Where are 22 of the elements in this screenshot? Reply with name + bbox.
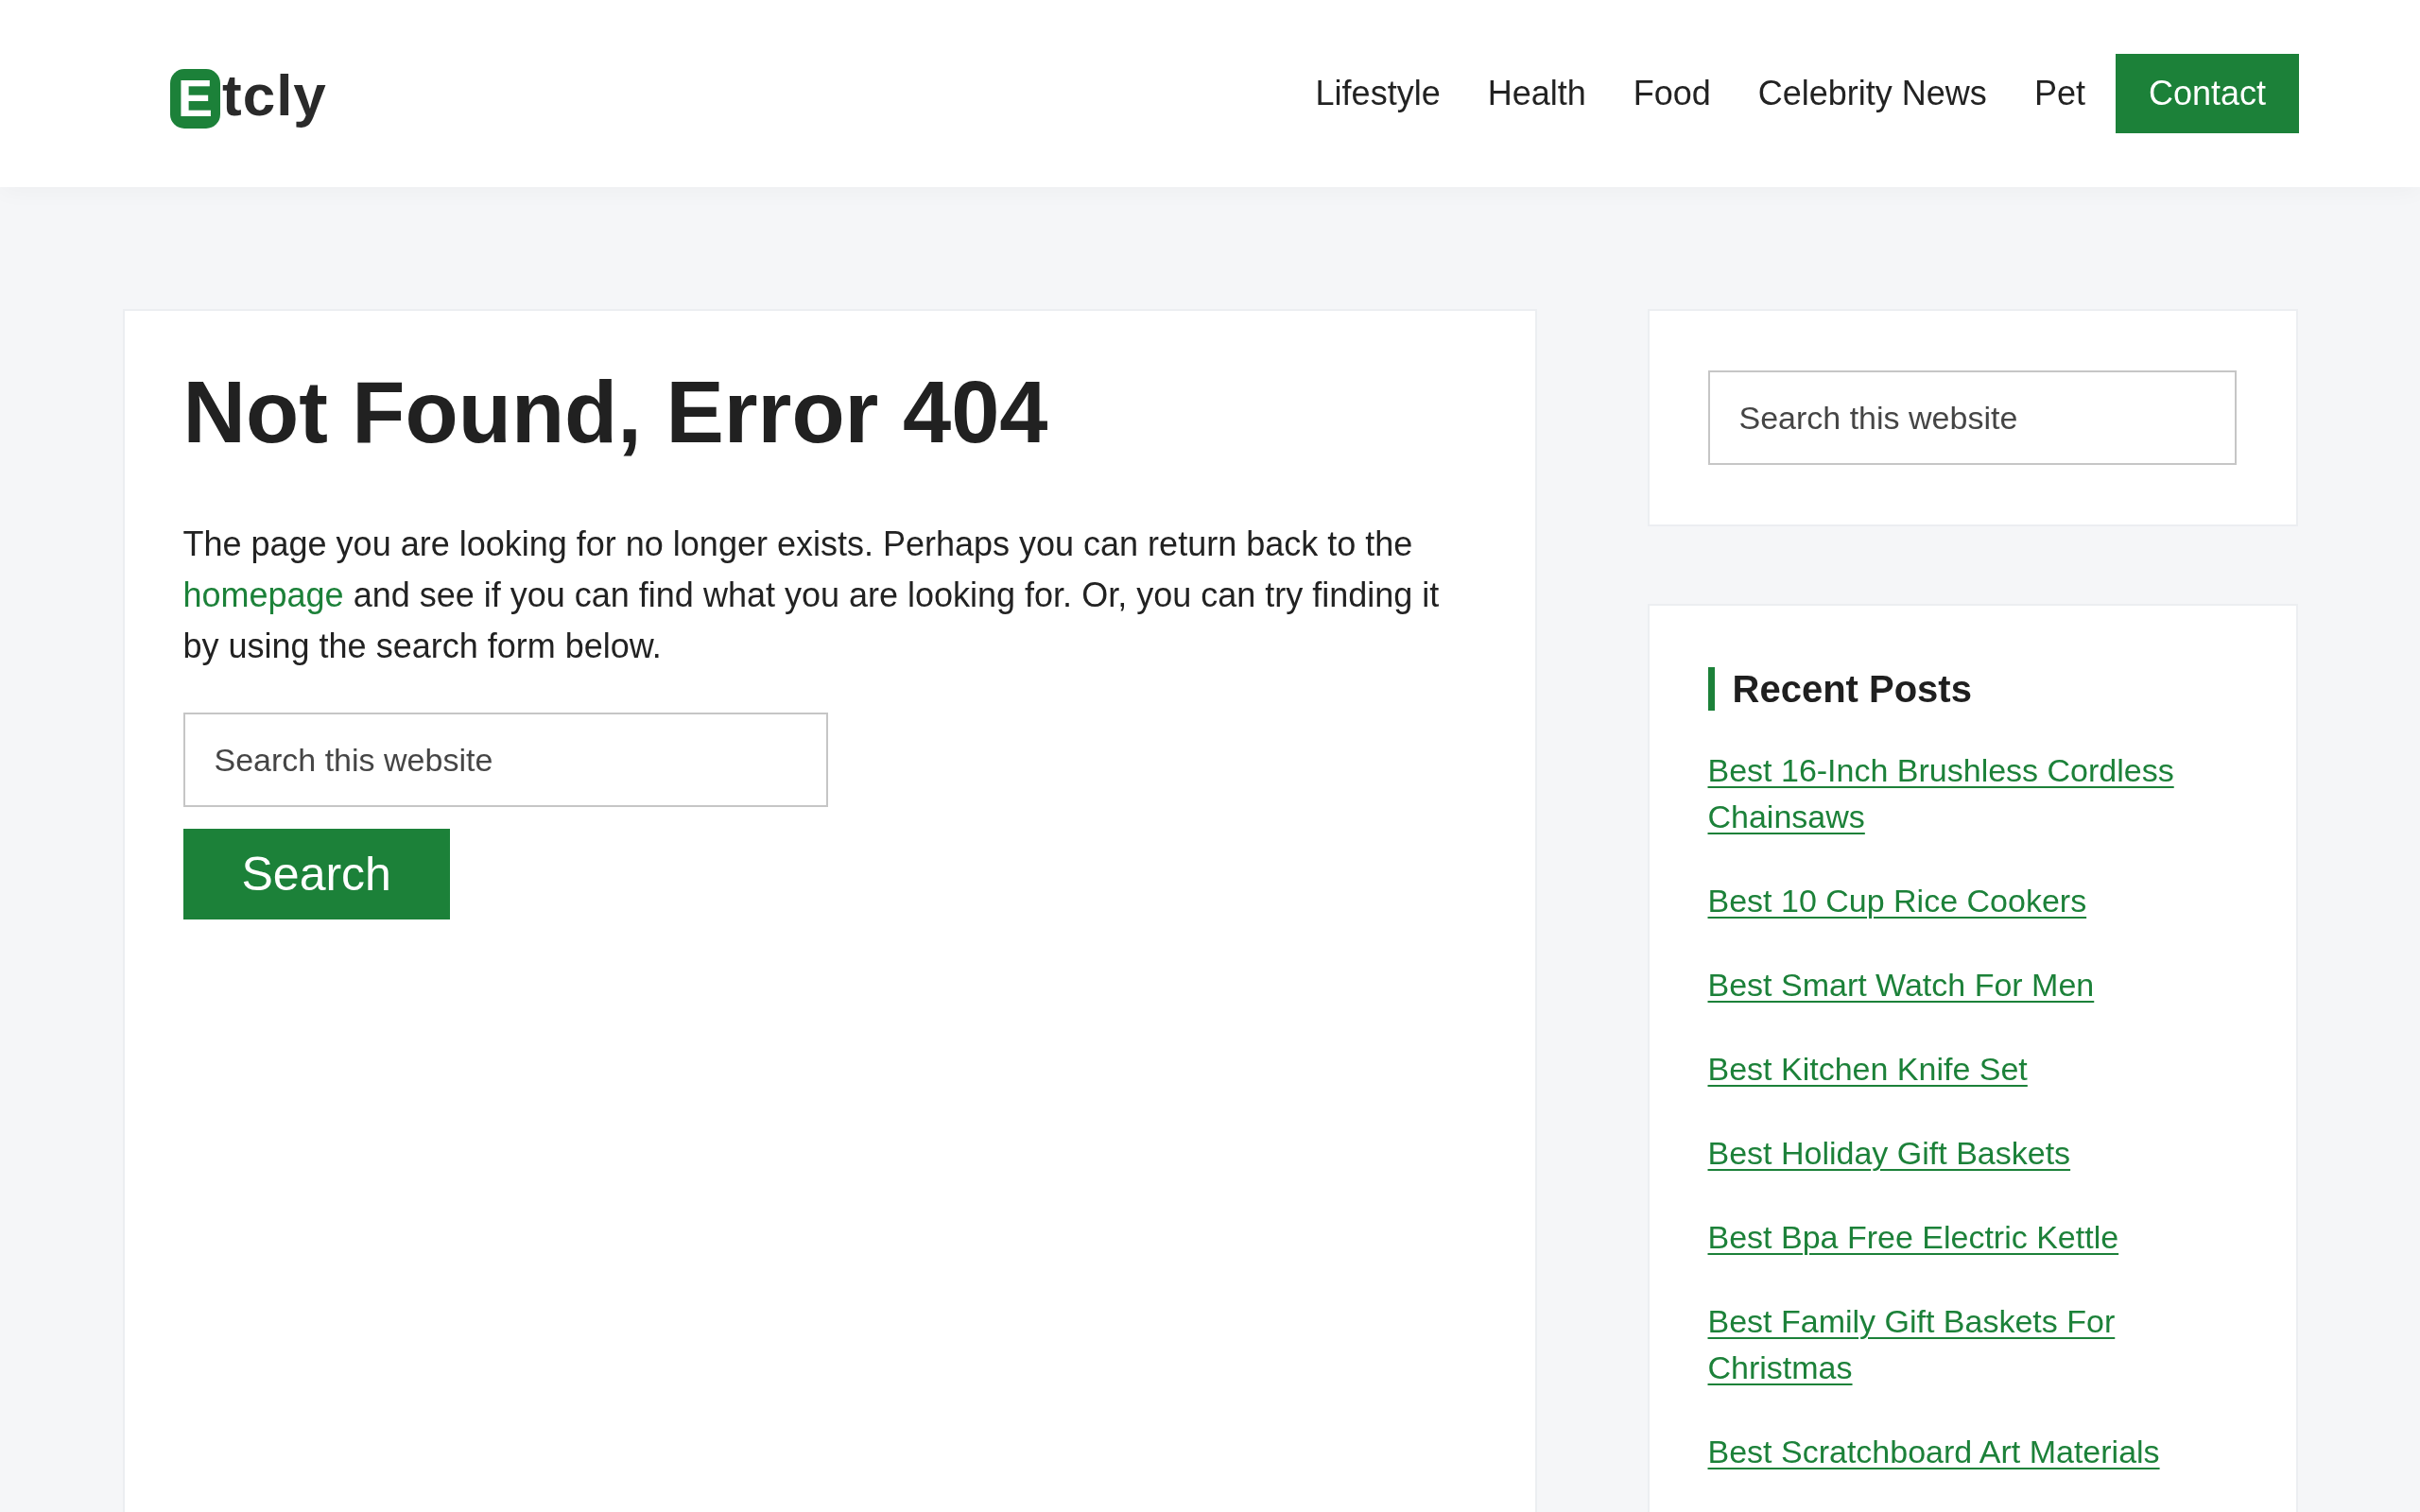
site-logo[interactable]: E tcly [170,66,327,130]
nav-link[interactable]: Pet [2010,54,2109,133]
post-link[interactable]: Best Smart Watch For Men [1707,962,2095,1008]
post-link[interactable]: Best 10 Cup Rice Cookers [1707,878,2087,924]
search-button[interactable]: Search [182,829,450,919]
contact-button[interactable]: Contact [2115,54,2299,133]
homepage-link[interactable]: homepage [182,576,344,614]
post-link[interactable]: Best Holiday Gift Baskets [1707,1130,2071,1177]
search-field[interactable]: Search this website [1707,370,2237,465]
error-message: The page you are looking for no longer exists. Perhaps you can return back to the homepage and see if you can find what you are looking for. Or, you can try finding it by using the search form below. [182,524,1441,667]
post-link[interactable]: Best Bpa Free Electric Kettle [1707,1214,2119,1261]
search-field[interactable]: Search this website [182,713,828,807]
nav-link[interactable]: Celebrity News [1734,54,2011,133]
post-link[interactable]: Best Scratchboard Art Materials [1707,1429,2160,1475]
page-title: Not Found, Error 404 [182,363,1049,462]
post-link[interactable]: Best Family Gift Baskets For Christmas [1707,1298,2238,1391]
post-link[interactable]: Best 16-Inch Brushless Cordless Chainsaws [1707,747,2238,840]
nav-link[interactable]: Health [1463,54,1610,133]
widget-title: Recent Posts [1707,667,2238,711]
nav-link[interactable]: Food [1609,54,1735,133]
post-link[interactable]: Best Kitchen Knife Set [1707,1046,2028,1092]
nav-link[interactable]: Lifestyle [1291,54,1464,133]
